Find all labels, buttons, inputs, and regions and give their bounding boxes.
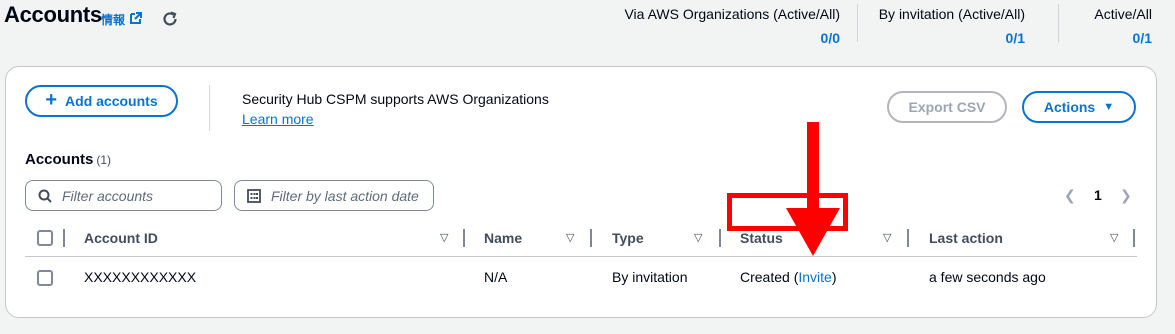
actions-label: Actions bbox=[1043, 99, 1096, 115]
divider bbox=[857, 4, 858, 42]
add-accounts-button[interactable]: + Add accounts bbox=[25, 85, 178, 117]
invite-link[interactable]: Invite bbox=[798, 269, 831, 285]
select-all-checkbox[interactable] bbox=[37, 230, 53, 246]
calendar-icon bbox=[247, 188, 261, 203]
column-header-last-action[interactable]: Last action bbox=[929, 230, 1003, 246]
info-link[interactable]: 情報 bbox=[101, 11, 125, 28]
column-separator[interactable] bbox=[719, 229, 721, 247]
refresh-icon[interactable] bbox=[161, 10, 179, 28]
search-icon bbox=[38, 189, 52, 203]
page-header: Accounts 情報 Via AWS Organizations (Activ… bbox=[0, 0, 1175, 60]
plus-icon: + bbox=[45, 89, 58, 111]
table-title: Accounts (1) bbox=[25, 151, 111, 168]
stat-label: Via AWS Organizations (Active/All) bbox=[624, 6, 840, 22]
pager-current-page[interactable]: 1 bbox=[1094, 187, 1102, 203]
stat-value[interactable]: 0/1 bbox=[860, 30, 1025, 46]
stat-value[interactable]: 0/1 bbox=[1060, 30, 1152, 46]
cell-last-action: a few seconds ago bbox=[929, 269, 1046, 285]
pager-next-icon[interactable]: ❯ bbox=[1120, 187, 1132, 204]
filter-date-input[interactable]: Filter by last action date bbox=[234, 180, 434, 211]
learn-more-link[interactable]: Learn more bbox=[242, 111, 314, 127]
cell-name: N/A bbox=[484, 269, 508, 285]
column-header-name[interactable]: Name bbox=[484, 230, 522, 246]
column-separator[interactable] bbox=[463, 229, 465, 247]
table-title-text: Accounts bbox=[25, 151, 94, 168]
external-link-icon[interactable] bbox=[129, 11, 143, 25]
row-checkbox[interactable] bbox=[37, 270, 53, 286]
add-accounts-label: Add accounts bbox=[65, 93, 158, 109]
column-separator[interactable] bbox=[590, 229, 592, 247]
actions-button[interactable]: Actions ▼ bbox=[1022, 91, 1136, 123]
sort-icon[interactable]: ▽ bbox=[883, 231, 891, 244]
column-separator bbox=[63, 229, 65, 247]
divider bbox=[209, 85, 210, 131]
annotation-arrow-icon bbox=[786, 122, 840, 256]
column-header-type[interactable]: Type bbox=[612, 230, 644, 246]
page-title: Accounts bbox=[4, 2, 102, 27]
status-text: Created bbox=[740, 269, 790, 285]
stat-organizations: Via AWS Organizations (Active/All) 0/0 bbox=[600, 6, 840, 46]
filter-accounts-input[interactable]: Filter accounts bbox=[25, 180, 222, 211]
column-separator[interactable] bbox=[1133, 229, 1135, 247]
sort-icon[interactable]: ▽ bbox=[1110, 231, 1118, 244]
cell-status: Created (Invite) bbox=[740, 269, 837, 285]
caret-down-icon: ▼ bbox=[1103, 101, 1115, 113]
stat-value[interactable]: 0/0 bbox=[600, 30, 840, 46]
stat-active-all: Active/All 0/1 bbox=[1060, 6, 1152, 46]
cell-account-id: XXXXXXXXXXXX bbox=[84, 269, 197, 285]
column-header-account-id[interactable]: Account ID bbox=[84, 230, 158, 246]
divider bbox=[1058, 4, 1059, 42]
export-csv-button[interactable]: Export CSV bbox=[887, 91, 1007, 123]
filter-date-placeholder: Filter by last action date bbox=[271, 187, 419, 204]
sort-icon[interactable]: ▽ bbox=[440, 231, 448, 244]
filter-accounts-placeholder: Filter accounts bbox=[62, 187, 154, 204]
header-divider bbox=[25, 256, 1137, 257]
column-header-status[interactable]: Status bbox=[740, 230, 783, 246]
cell-type: By invitation bbox=[612, 269, 688, 285]
stat-label: Active/All bbox=[1094, 6, 1152, 22]
pager-prev-icon[interactable]: ❮ bbox=[1064, 187, 1076, 204]
stat-invitation: By invitation (Active/All) 0/1 bbox=[860, 6, 1025, 46]
table-count: (1) bbox=[96, 153, 112, 167]
org-support-text: Security Hub CSPM supports AWS Organizat… bbox=[242, 91, 549, 107]
stat-label: By invitation (Active/All) bbox=[878, 6, 1025, 22]
column-separator[interactable] bbox=[907, 229, 909, 247]
sort-icon[interactable]: ▽ bbox=[566, 231, 574, 244]
accounts-page: Accounts 情報 Via AWS Organizations (Activ… bbox=[0, 0, 1175, 334]
sort-icon[interactable]: ▽ bbox=[694, 231, 702, 244]
status-paren-close: ) bbox=[831, 269, 837, 285]
accounts-card: + Add accounts Security Hub CSPM support… bbox=[5, 66, 1157, 318]
